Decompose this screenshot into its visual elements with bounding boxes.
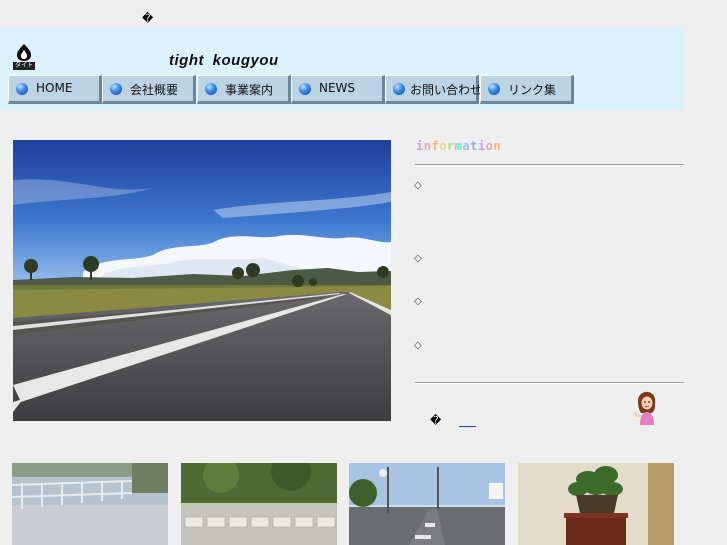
- info-title-letter: i: [477, 139, 486, 153]
- thumbnail-road-junction[interactable]: [349, 463, 505, 545]
- blue-ball-icon: [16, 83, 28, 95]
- mascot-woman-image: [632, 391, 660, 425]
- nav-label: HOME: [36, 81, 73, 95]
- info-top-divider: [415, 164, 684, 166]
- info-title-letter: n: [493, 139, 502, 153]
- footer-glyph: �: [430, 414, 442, 427]
- company-logo[interactable]: タイト: [13, 44, 35, 70]
- blue-ball-icon: [205, 83, 217, 95]
- blue-ball-icon: [488, 83, 500, 95]
- nav-label: お問い合わせ: [410, 83, 483, 97]
- info-title-letter: r: [446, 139, 455, 153]
- top-glyph: �: [142, 12, 154, 25]
- blue-ball-icon: [393, 83, 405, 95]
- info-bottom-divider: [415, 382, 684, 384]
- info-bullet: ◇: [414, 180, 422, 191]
- thumbnail-rooftop-railing[interactable]: [12, 463, 168, 545]
- hero-highway-image: [13, 140, 391, 421]
- nav-label: 事業案内: [225, 83, 274, 97]
- info-title-letter: o: [439, 139, 447, 153]
- thumbnail-stone-wall[interactable]: [181, 463, 337, 545]
- information-heading: information: [416, 139, 501, 153]
- nav-company-button[interactable]: 会社概要: [102, 75, 196, 104]
- nav-label: NEWS: [319, 81, 356, 95]
- info-title-letter: i: [416, 139, 424, 153]
- nav-news-button[interactable]: NEWS: [291, 75, 385, 104]
- nav-label: リンク集: [508, 83, 557, 97]
- info-title-letter: a: [462, 139, 471, 153]
- company-name: tight kougyou: [169, 52, 279, 69]
- underline-link[interactable]: [459, 426, 476, 427]
- blue-ball-icon: [299, 83, 311, 95]
- nav-links-button[interactable]: リンク集: [480, 75, 574, 104]
- info-bullet: ◇: [414, 340, 422, 351]
- info-title-letter: t: [470, 139, 478, 153]
- logo-caption: タイト: [13, 62, 35, 70]
- thumbnail-potted-plant[interactable]: [518, 463, 674, 545]
- nav-contact-button[interactable]: お問い合わせ: [385, 75, 483, 104]
- info-bullet: ◇: [414, 296, 422, 307]
- blue-ball-icon: [110, 83, 122, 95]
- header-bar: タイト tight kougyou HOME 会社概要 事業案内 NEWS お問…: [0, 28, 683, 110]
- nav-home-button[interactable]: HOME: [8, 75, 102, 104]
- nav-business-button[interactable]: 事業案内: [197, 75, 291, 104]
- nav-label: 会社概要: [130, 83, 179, 97]
- flame-logo-icon: [17, 44, 31, 61]
- info-bullet: ◇: [414, 253, 422, 264]
